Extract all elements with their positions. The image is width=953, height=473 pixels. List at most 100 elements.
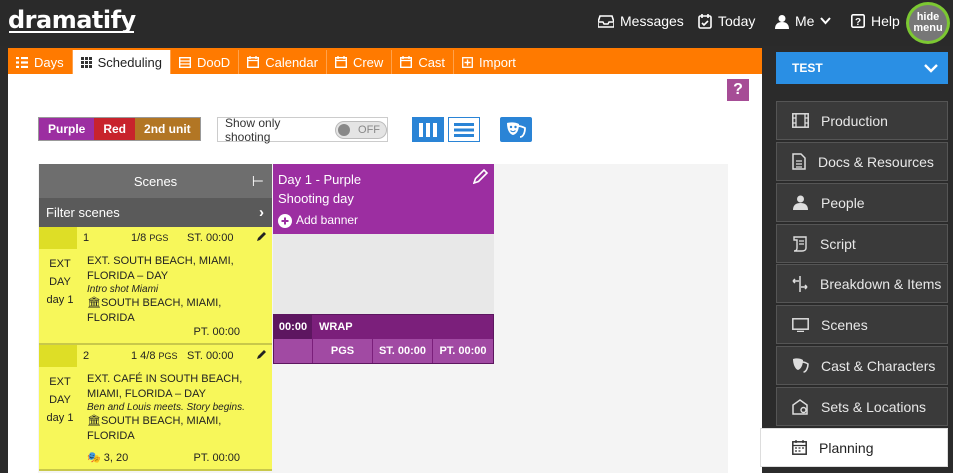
user-icon: [775, 14, 789, 29]
plus-square-icon: [462, 56, 473, 68]
scene-location: 🏛SOUTH BEACH, MIAMI, FLORIDA: [87, 297, 222, 324]
hide-menu-button[interactable]: hide menu: [906, 2, 950, 44]
scene-description: EXT. CAFÉ IN SOUTH BEACH, MIAMI, FLORIDA…: [87, 372, 267, 444]
scene-heading: EXT. SOUTH BEACH, MIAMI, FLORIDA – DAY: [87, 255, 234, 282]
scene-ext-day: EXT DAY day 1: [46, 258, 74, 306]
list-icon: [16, 56, 28, 68]
sidebar-item-scenes[interactable]: Scenes: [776, 305, 948, 344]
tab-days[interactable]: Days: [8, 50, 73, 74]
rows-icon: [454, 122, 474, 137]
unit-2nd-button[interactable]: 2nd unit: [135, 118, 200, 140]
help-icon: ?: [851, 14, 865, 28]
bank-icon: 🏛: [87, 297, 101, 309]
collapse-icon[interactable]: ⊢: [252, 173, 264, 190]
bank-icon: 🏛: [87, 415, 101, 427]
day-drop-area[interactable]: [273, 234, 494, 314]
sidebar-item-script[interactable]: Script: [776, 224, 948, 263]
tab-scheduling[interactable]: Scheduling: [72, 50, 171, 74]
me-menu[interactable]: Me: [775, 13, 832, 29]
scene-heading: EXT. CAFÉ IN SOUTH BEACH, MIAMI, FLORIDA…: [87, 373, 243, 400]
scene-description: EXT. SOUTH BEACH, MIAMI, FLORIDA – DAY I…: [87, 254, 267, 326]
today-label: Today: [718, 13, 756, 29]
messages-label: Messages: [620, 13, 684, 29]
filter-scenes-button[interactable]: Filter scenes ›: [39, 198, 272, 227]
sidebar-item-label: Breakdown & Items: [820, 275, 942, 292]
unit-filter: Purple Red 2nd unit: [38, 117, 201, 141]
scene-color-tag: [39, 227, 77, 249]
sidebar-item-cast-characters[interactable]: Cast & Characters: [776, 346, 948, 385]
tab-crew[interactable]: Crew: [327, 50, 393, 74]
filter-scenes-label: Filter scenes: [46, 205, 120, 220]
document-icon: [792, 153, 806, 170]
scene-pages: 1 4/8 PGS: [131, 350, 178, 362]
wrap-spacer: [274, 339, 312, 363]
monitor-icon: [792, 317, 809, 332]
tab-bar: Days Scheduling DooD Calendar Crew Cast …: [8, 50, 762, 74]
scene-card[interactable]: 1 1/8 PGS ST. 00:00 EXT DAY day 1 EXT. S…: [39, 227, 272, 345]
scenes-title: Scenes: [133, 173, 178, 189]
column-view-button[interactable]: [412, 117, 444, 142]
tab-cast[interactable]: Cast: [392, 50, 455, 74]
sidebar-item-label: Scenes: [821, 316, 868, 333]
calendar-icon: [247, 56, 260, 68]
day-header[interactable]: Day 1 - Purple Shooting day Add banner: [273, 164, 494, 234]
add-banner-button[interactable]: Add banner: [278, 211, 489, 230]
sidebar-item-planning[interactable]: Planning: [760, 428, 948, 467]
toggle-state: OFF: [358, 123, 381, 136]
today-link[interactable]: Today: [698, 13, 755, 29]
sidebar-item-label: Production: [821, 112, 888, 129]
tab-import[interactable]: Import: [454, 50, 524, 74]
hide-menu-line2: menu: [913, 22, 943, 34]
plus-circle-icon: [278, 213, 292, 228]
scene-cast: 🎭 3, 20: [87, 452, 129, 464]
unit-purple-button[interactable]: Purple: [39, 118, 95, 140]
project-selector[interactable]: TEST: [776, 52, 948, 84]
wrap-pt: PT. 00:00: [432, 339, 493, 363]
sidebar-item-docs-resources[interactable]: Docs & Resources: [776, 142, 948, 181]
logo[interactable]: dramatify: [8, 6, 136, 34]
help-button[interactable]: ?: [727, 79, 749, 101]
sidebar-item-breakdown-items[interactable]: Breakdown & Items: [776, 264, 948, 303]
sidebar-item-label: Sets & Locations: [821, 398, 927, 415]
tab-dood[interactable]: DooD: [171, 50, 240, 74]
show-only-shooting-toggle[interactable]: OFF: [335, 120, 387, 139]
list-view-button[interactable]: [448, 117, 480, 142]
show-only-shooting: Show only shooting OFF: [217, 115, 388, 144]
tab-crew-label: Crew: [352, 54, 384, 70]
day-subtitle: Shooting day: [278, 191, 354, 206]
calendar-check-icon: [698, 13, 712, 29]
calendar-icon: [400, 56, 413, 68]
sidebar-item-sets-locations[interactable]: Sets & Locations: [776, 387, 948, 426]
masks-icon: 🎭: [87, 452, 101, 464]
sidebar-item-production[interactable]: Production: [776, 101, 948, 140]
script-icon: [793, 235, 807, 252]
messages-link[interactable]: Messages: [598, 13, 684, 29]
masks-icon: [793, 358, 809, 373]
tab-import-label: Import: [479, 54, 516, 70]
scene-card[interactable]: 2 1 4/8 PGS ST. 00:00 EXT DAY day 1 EXT.…: [39, 345, 272, 471]
tab-dood-label: DooD: [196, 54, 231, 70]
svg-text:?: ?: [855, 17, 861, 28]
pencil-icon[interactable]: [256, 230, 268, 242]
scene-synopsis: Ben and Louis meets. Story begins.: [87, 402, 245, 413]
table-icon: [178, 56, 191, 68]
help-link[interactable]: ? Help: [851, 13, 900, 29]
calendar-icon: [792, 440, 807, 455]
sidebar-item-label: People: [821, 194, 865, 211]
cast-view-button[interactable]: [500, 117, 532, 142]
unit-red-button[interactable]: Red: [94, 118, 136, 140]
scene-number: 1: [83, 232, 90, 244]
show-only-shooting-label: Show only shooting: [225, 115, 281, 144]
pencil-icon[interactable]: [473, 168, 489, 184]
pencil-icon[interactable]: [256, 348, 268, 360]
project-name: TEST: [792, 61, 823, 75]
tab-scheduling-label: Scheduling: [97, 54, 162, 70]
scene-number: 2: [83, 350, 90, 362]
tab-calendar[interactable]: Calendar: [239, 50, 327, 74]
wrap-pgs: PGS: [312, 339, 372, 363]
inbox-icon: [598, 15, 614, 28]
tab-calendar-label: Calendar: [265, 54, 318, 70]
sidebar-item-people[interactable]: People: [776, 183, 948, 222]
scene-pt: PT. 00:00: [193, 326, 240, 338]
day-title: Day 1 - Purple: [278, 172, 362, 187]
